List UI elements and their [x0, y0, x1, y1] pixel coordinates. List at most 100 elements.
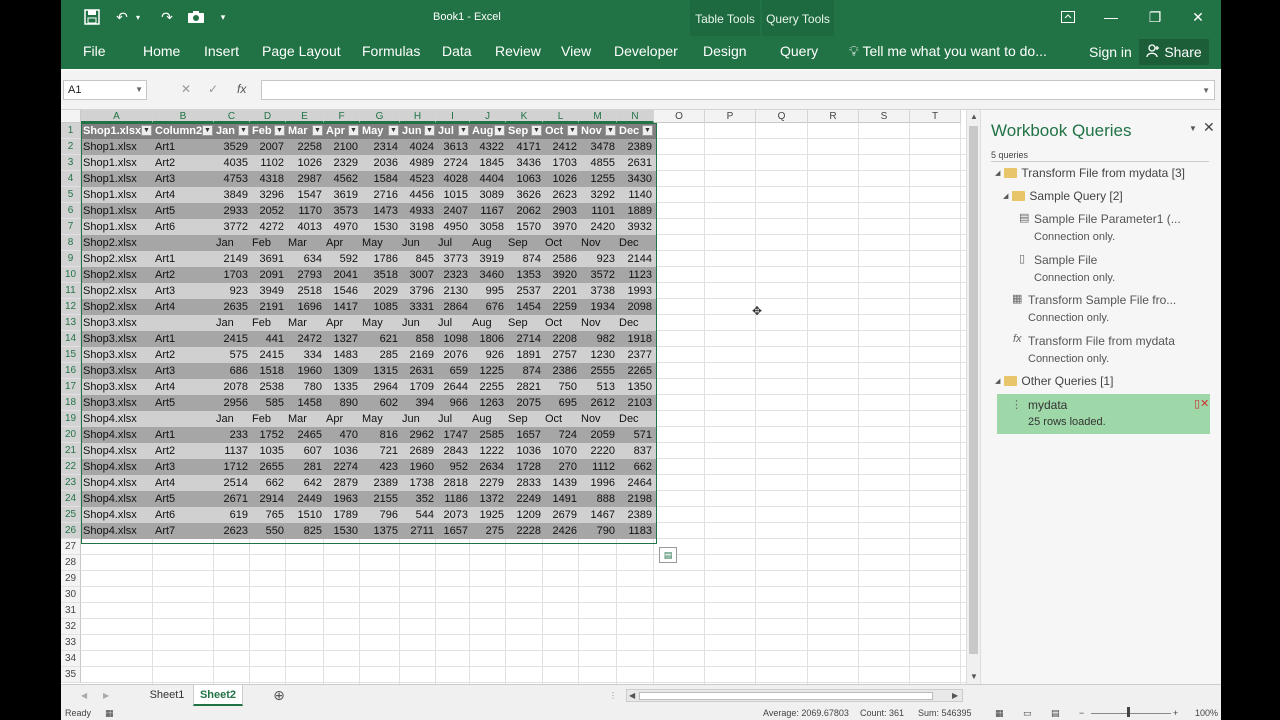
table-cell[interactable]: Mar [286, 315, 324, 331]
table-cell[interactable]: 2716 [360, 187, 400, 203]
formula-input[interactable]: ▼ [261, 80, 1215, 100]
table-cell[interactable]: 2228 [506, 523, 543, 539]
table-cell[interactable]: 3613 [436, 139, 470, 155]
table-cell[interactable]: 1315 [360, 363, 400, 379]
table-cell[interactable]: 2255 [470, 379, 506, 395]
tab-review[interactable]: Review [495, 43, 541, 59]
table-cell[interactable]: Feb [250, 235, 286, 251]
expand-formula-icon[interactable]: ▼ [1202, 86, 1210, 95]
table-cell[interactable]: 966 [436, 395, 470, 411]
table-cell[interactable]: 2843 [436, 443, 470, 459]
table-cell[interactable]: 2029 [360, 283, 400, 299]
table-cell[interactable]: 1035 [250, 443, 286, 459]
table-cell[interactable]: 890 [324, 395, 360, 411]
tab-split-handle-icon[interactable]: ⋮ [609, 691, 617, 700]
table-cell[interactable]: Sep [506, 235, 543, 251]
row-header-16[interactable]: 16 [61, 363, 81, 379]
table-cell[interactable]: 2655 [250, 459, 286, 475]
table-cell[interactable]: Jul [436, 235, 470, 251]
table-cell[interactable]: 2962 [400, 427, 436, 443]
table-cell[interactable]: Art4 [153, 187, 214, 203]
table-cell[interactable]: 585 [250, 395, 286, 411]
table-cell[interactable]: 3919 [470, 251, 506, 267]
table-cell[interactable]: Shop1.xlsx [81, 155, 153, 171]
table-cell[interactable]: 1170 [286, 203, 324, 219]
filter-dropdown-icon[interactable]: ▼ [642, 125, 653, 136]
table-cell[interactable]: 816 [360, 427, 400, 443]
table-cell[interactable]: Apr [324, 235, 360, 251]
table-cell[interactable]: Shop3.xlsx [81, 331, 153, 347]
filter-dropdown-icon[interactable]: ▼ [238, 125, 249, 136]
filter-dropdown-icon[interactable]: ▼ [388, 125, 399, 136]
table-cell[interactable]: Oct [543, 315, 579, 331]
row-header-27[interactable]: 27 [61, 539, 81, 555]
table-cell[interactable]: 2634 [470, 459, 506, 475]
table-cell[interactable]: 2144 [617, 251, 654, 267]
table-cell[interactable]: 4035 [214, 155, 250, 171]
table-cell[interactable]: Art4 [153, 299, 214, 315]
table-cell[interactable]: Shop1.xlsx [81, 187, 153, 203]
table-cell[interactable]: Dec [617, 235, 654, 251]
table-cell[interactable]: Dec [617, 315, 654, 331]
column-header-t[interactable]: T [910, 110, 961, 123]
table-cell[interactable]: 3738 [579, 283, 617, 299]
enter-icon[interactable]: ✓ [208, 82, 218, 96]
table-cell[interactable] [153, 235, 214, 251]
table-cell[interactable]: Art2 [153, 155, 214, 171]
table-cell[interactable]: 4855 [579, 155, 617, 171]
table-cell[interactable]: Art2 [153, 267, 214, 283]
zoom-slider[interactable] [1091, 713, 1171, 714]
table-cell[interactable]: 1703 [214, 267, 250, 283]
table-cell[interactable]: 1789 [324, 507, 360, 523]
table-cell[interactable]: 4456 [400, 187, 436, 203]
row-header-13[interactable]: 13 [61, 315, 81, 331]
table-header-cell[interactable]: Mar [286, 123, 312, 139]
table-cell[interactable]: 4272 [250, 219, 286, 235]
table-header-cell[interactable]: Dec [617, 123, 642, 139]
tab-sheet1[interactable]: Sheet1 [143, 685, 191, 706]
row-header-34[interactable]: 34 [61, 651, 81, 667]
table-cell[interactable]: 1036 [506, 443, 543, 459]
table-cell[interactable]: Shop4.xlsx [81, 475, 153, 491]
table-cell[interactable]: 1063 [506, 171, 543, 187]
table-cell[interactable]: Jun [400, 235, 436, 251]
scroll-right-icon[interactable]: ▶ [952, 691, 958, 700]
table-header-cell[interactable]: Jan [214, 123, 238, 139]
filter-dropdown-icon[interactable]: ▼ [141, 125, 152, 136]
table-cell[interactable]: 592 [324, 251, 360, 267]
table-cell[interactable]: 2426 [543, 523, 579, 539]
table-cell[interactable]: 1530 [360, 219, 400, 235]
table-cell[interactable]: 3058 [470, 219, 506, 235]
row-header-20[interactable]: 20 [61, 427, 81, 443]
table-cell[interactable]: 2076 [436, 347, 470, 363]
table-cell[interactable]: 662 [250, 475, 286, 491]
table-cell[interactable]: 2198 [617, 491, 654, 507]
column-header-r[interactable]: R [808, 110, 859, 123]
table-cell[interactable]: 837 [617, 443, 654, 459]
table-cell[interactable]: 1183 [617, 523, 654, 539]
table-cell[interactable]: 750 [543, 379, 579, 395]
table-cell[interactable]: 470 [324, 427, 360, 443]
column-header-c[interactable]: C [214, 110, 250, 123]
table-cell[interactable]: 2644 [436, 379, 470, 395]
table-cell[interactable]: 1098 [436, 331, 470, 347]
table-cell[interactable]: 3331 [400, 299, 436, 315]
table-cell[interactable]: 995 [470, 283, 506, 299]
table-cell[interactable]: 334 [286, 347, 324, 363]
table-cell[interactable]: 780 [286, 379, 324, 395]
table-cell[interactable]: 2103 [617, 395, 654, 411]
table-header-cell[interactable]: Sep [506, 123, 531, 139]
table-cell[interactable]: 1996 [579, 475, 617, 491]
table-cell[interactable]: Nov [579, 315, 617, 331]
table-cell[interactable]: 1467 [579, 507, 617, 523]
table-cell[interactable]: Mar [286, 411, 324, 427]
table-cell[interactable]: Shop1.xlsx [81, 203, 153, 219]
undo-icon[interactable]: ↶ [111, 6, 133, 28]
table-header-cell[interactable]: Jun [400, 123, 424, 139]
column-header-m[interactable]: M [579, 110, 617, 123]
table-cell[interactable]: 4028 [436, 171, 470, 187]
table-cell[interactable]: 2933 [214, 203, 250, 219]
table-cell[interactable]: 4933 [400, 203, 436, 219]
table-cell[interactable]: 1889 [617, 203, 654, 219]
group-transform-file[interactable]: ◢ Transform File from mydata [3] [995, 166, 1185, 180]
